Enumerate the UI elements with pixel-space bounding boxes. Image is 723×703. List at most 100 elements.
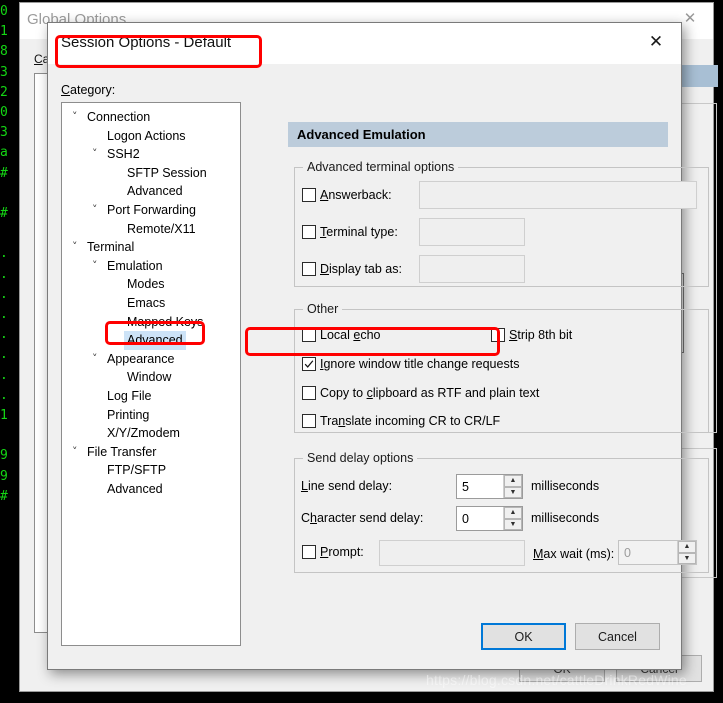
display-tab-as-checkbox-row[interactable]: Display tab as: bbox=[302, 262, 402, 276]
copy-to-clipboard-label: Copy to clipboard as RTF and plain text bbox=[320, 386, 540, 400]
prompt-input[interactable] bbox=[379, 540, 525, 566]
tree-item-window[interactable]: Window bbox=[62, 368, 240, 387]
chevron-down-icon[interactable]: ˅ bbox=[92, 257, 98, 276]
terminal-type-checkbox-row[interactable]: Terminal type: bbox=[302, 225, 398, 239]
close-icon[interactable]: ✕ bbox=[635, 27, 677, 57]
chevron-down-icon[interactable]: ˅ bbox=[72, 108, 78, 127]
tree-item-remote-x11[interactable]: Remote/X11 bbox=[62, 220, 240, 239]
tree-item-file-transfer[interactable]: ˅ File Transfer bbox=[62, 443, 240, 462]
tree-item-label: Terminal bbox=[87, 240, 135, 255]
checkbox-unchecked-icon[interactable] bbox=[302, 225, 316, 239]
chevron-down-icon[interactable]: ˅ bbox=[92, 145, 98, 164]
stepper-up-icon[interactable]: ▲ bbox=[678, 541, 696, 553]
translate-cr-label: Translate incoming CR to CR/LF bbox=[320, 414, 501, 428]
character-send-delay-unit: milliseconds bbox=[531, 511, 600, 525]
max-wait-stepper[interactable]: 0 ▲ ▼ bbox=[618, 540, 697, 565]
session-options-dialog: Session Options - Default ✕ Category: ˅ C… bbox=[47, 22, 709, 670]
checkbox-unchecked-icon[interactable] bbox=[302, 262, 316, 276]
checkbox-unchecked-icon[interactable] bbox=[302, 386, 316, 400]
tree-item-connection[interactable]: ˅ Connection bbox=[62, 108, 240, 127]
line-send-delay-value[interactable]: 5 bbox=[457, 475, 503, 498]
stepper-down-icon[interactable]: ▼ bbox=[678, 552, 696, 564]
category-tree[interactable]: ˅ Connection Logon Actions ˅ SSH2 SFTP Sessio… bbox=[61, 102, 241, 646]
checkbox-unchecked-icon[interactable] bbox=[302, 328, 316, 342]
stepper-up-icon[interactable]: ▲ bbox=[504, 475, 522, 487]
tree-item-emacs[interactable]: Emacs bbox=[62, 294, 240, 313]
tree-item-label: Emacs bbox=[127, 295, 166, 310]
tree-item-x-y-zmodem[interactable]: X/Y/Zmodem bbox=[62, 424, 240, 443]
tree-item-label: X/Y/Zmodem bbox=[107, 426, 180, 441]
tree-item-label: File Transfer bbox=[87, 444, 157, 459]
strip-8th-bit-checkbox-row[interactable]: Strip 8th bit bbox=[491, 328, 572, 342]
tree-item-label: Port Forwarding bbox=[107, 202, 196, 217]
cancel-button[interactable]: Cancel bbox=[575, 623, 660, 650]
stepper-buttons[interactable]: ▲ ▼ bbox=[677, 541, 696, 564]
tree-item-label: Appearance bbox=[107, 351, 175, 366]
display-tab-as-input[interactable] bbox=[419, 255, 525, 283]
character-send-delay-value[interactable]: 0 bbox=[457, 507, 503, 530]
stepper-down-icon[interactable]: ▼ bbox=[504, 486, 522, 498]
chevron-down-icon[interactable]: ˅ bbox=[72, 238, 78, 257]
tree-item-ssh2[interactable]: ˅ SSH2 bbox=[62, 145, 240, 164]
tree-item-printing[interactable]: Printing bbox=[62, 406, 240, 425]
checkbox-unchecked-icon[interactable] bbox=[302, 188, 316, 202]
local-echo-label: Local echo bbox=[320, 328, 381, 342]
line-send-delay-stepper[interactable]: 5 ▲ ▼ bbox=[456, 474, 523, 499]
max-wait-value[interactable]: 0 bbox=[619, 541, 677, 564]
tree-item-logon-actions[interactable]: Logon Actions bbox=[62, 127, 240, 146]
line-send-delay-label: Line send delay: bbox=[301, 479, 393, 493]
tree-item-emulation[interactable]: ˅ Emulation bbox=[62, 257, 240, 276]
translate-cr-checkbox-row[interactable]: Translate incoming CR to CR/LF bbox=[302, 414, 500, 428]
stepper-up-icon[interactable]: ▲ bbox=[504, 507, 522, 519]
tree-item-advanced[interactable]: Advanced bbox=[62, 331, 240, 350]
watermark: https://blog.csdn.net/cattleDrinkRedWine bbox=[426, 672, 687, 688]
character-send-delay-label: Character send delay: bbox=[301, 511, 424, 525]
checkbox-unchecked-icon[interactable] bbox=[491, 328, 505, 342]
answerback-checkbox-row[interactable]: Answerback: bbox=[302, 188, 392, 202]
terminal-type-label: Terminal type: bbox=[320, 225, 398, 239]
category-label: Category: bbox=[61, 83, 116, 97]
tree-item-sftp-session[interactable]: SFTP Session bbox=[62, 164, 240, 183]
terminal-type-input[interactable] bbox=[419, 218, 525, 246]
tree-item-modes[interactable]: Modes bbox=[62, 275, 240, 294]
ignore-window-title-checkbox-row[interactable]: Ignore window title change requests bbox=[302, 357, 519, 371]
tree-item-appearance[interactable]: ˅ Appearance bbox=[62, 350, 240, 369]
chevron-down-icon[interactable]: ˅ bbox=[92, 201, 98, 220]
ok-button[interactable]: OK bbox=[481, 623, 566, 650]
stepper-buttons[interactable]: ▲ ▼ bbox=[503, 475, 522, 498]
tree-item-ftp-sftp[interactable]: FTP/SFTP bbox=[62, 461, 240, 480]
tree-item-log-file[interactable]: Log File bbox=[62, 387, 240, 406]
tree-item-advanced[interactable]: Advanced bbox=[62, 182, 240, 201]
line-send-delay-unit: milliseconds bbox=[531, 479, 600, 493]
tree-item-label: Connection bbox=[87, 110, 151, 124]
tree-item-label: SFTP Session bbox=[127, 165, 207, 180]
local-echo-checkbox-row[interactable]: Local echo bbox=[302, 328, 380, 342]
tree-item-mapped-keys[interactable]: Mapped Keys bbox=[62, 313, 240, 332]
group-legend: Advanced terminal options bbox=[307, 160, 455, 174]
tree-item-label: Remote/X11 bbox=[127, 221, 196, 236]
tree-item-label: SSH2 bbox=[107, 147, 140, 162]
tree-item-terminal[interactable]: ˅ Terminal bbox=[62, 238, 240, 257]
stepper-buttons[interactable]: ▲ ▼ bbox=[503, 507, 522, 530]
checkbox-checked-icon[interactable] bbox=[302, 357, 316, 371]
tree-item-label: Log File bbox=[107, 388, 152, 403]
tree-item-advanced[interactable]: Advanced bbox=[62, 480, 240, 499]
ignore-window-title-label: Ignore window title change requests bbox=[320, 357, 520, 371]
display-tab-as-label: Display tab as: bbox=[320, 262, 402, 276]
checkbox-unchecked-icon[interactable] bbox=[302, 545, 316, 559]
character-send-delay-stepper[interactable]: 0 ▲ ▼ bbox=[456, 506, 523, 531]
answerback-input[interactable] bbox=[419, 181, 697, 209]
global-header-band bbox=[682, 65, 718, 87]
chevron-down-icon[interactable]: ˅ bbox=[72, 443, 78, 462]
tree-item-port-forwarding[interactable]: ˅ Port Forwarding bbox=[62, 201, 240, 220]
content-header: Advanced Emulation bbox=[288, 122, 668, 147]
chevron-down-icon[interactable]: ˅ bbox=[92, 350, 98, 369]
answerback-label: Answerback: bbox=[320, 188, 392, 202]
copy-to-clipboard-checkbox-row[interactable]: Copy to clipboard as RTF and plain text bbox=[302, 386, 539, 400]
tree-item-label: Modes bbox=[127, 277, 165, 292]
prompt-label: Prompt: bbox=[320, 545, 364, 559]
prompt-checkbox-row[interactable]: Prompt: bbox=[302, 545, 364, 559]
tree-item-label: Advanced bbox=[127, 184, 183, 199]
checkbox-unchecked-icon[interactable] bbox=[302, 414, 316, 428]
stepper-down-icon[interactable]: ▼ bbox=[504, 518, 522, 530]
